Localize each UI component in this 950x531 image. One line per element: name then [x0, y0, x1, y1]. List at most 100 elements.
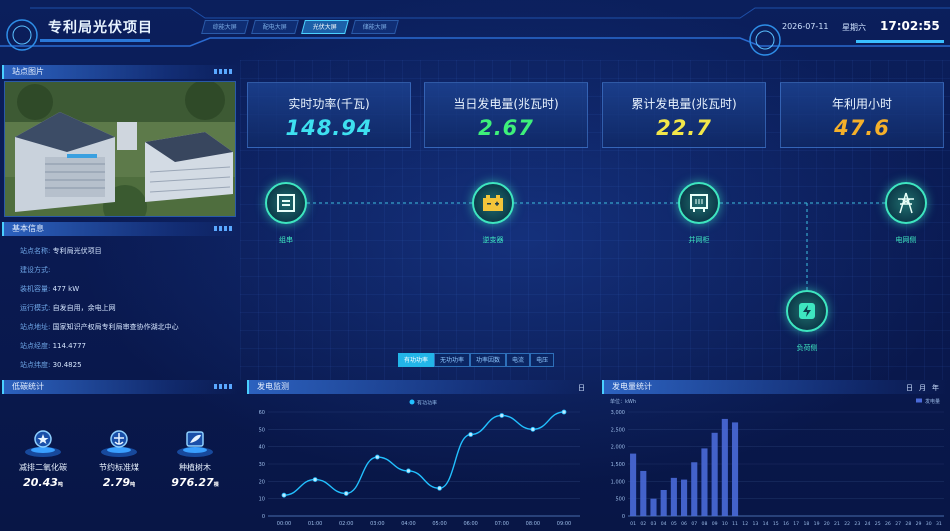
y-tick-label: 30 [259, 462, 265, 468]
x-tick-label: 07 [691, 521, 697, 527]
bar [731, 422, 739, 516]
tab-active-power[interactable]: 有功功率 [398, 353, 435, 367]
carbon-panel-title: 低碳统计 [2, 380, 238, 394]
legend-label: 发电量 [925, 398, 940, 405]
x-tick-label: 10 [722, 521, 728, 527]
x-tick-label: 03:00 [370, 521, 384, 527]
generation-chart-title: 发电量统计 [602, 380, 948, 394]
bar [630, 453, 637, 516]
x-tick-label: 23 [854, 521, 860, 527]
bar [650, 498, 657, 516]
x-tick-label: 18 [803, 521, 809, 527]
legend-label: 有功功率 [417, 400, 437, 407]
x-tick-label: 09:00 [557, 521, 571, 527]
legend-marker [916, 398, 922, 403]
cabinet-icon[interactable] [678, 182, 720, 224]
data-point [561, 409, 567, 415]
inverter-battery-icon[interactable] [472, 182, 514, 224]
y-tick-label: 0 [622, 514, 625, 520]
x-tick-label: 04 [661, 521, 667, 527]
coal-badge-icon [99, 428, 139, 458]
series-line [283, 411, 565, 496]
bar [640, 470, 647, 516]
node-label-grid: 电网侧 [895, 236, 917, 244]
y-tick-label: 1,000 [611, 479, 625, 485]
line-chart: 有功功率 0 10 20 30 40 50 60 00:00 01:00 02:00 03:00 04:… [259, 399, 580, 527]
data-point [312, 477, 318, 482]
node-label-string: 组串 [279, 236, 293, 244]
tab-voltage[interactable]: 电压 [530, 353, 555, 367]
x-tick-label: 05:00 [432, 521, 446, 527]
x-tick-label: 11 [732, 521, 738, 527]
data-point [499, 413, 505, 418]
x-tick-label: 03 [651, 521, 657, 527]
x-tick-label: 29 [916, 521, 922, 527]
x-tick-label: 30 [926, 521, 932, 527]
carbon-item-trees: 种植树木 976.27棵 [160, 428, 230, 489]
range-month-button[interactable]: 月 [919, 383, 926, 393]
x-tick-label: 20 [824, 521, 830, 527]
x-tick-label: 24 [865, 521, 871, 527]
x-tick-label: 28 [905, 521, 911, 527]
bar [711, 432, 718, 516]
data-point [406, 468, 411, 474]
x-tick-label: 01:00 [308, 521, 322, 527]
data-point [468, 432, 474, 437]
x-tick-label: 31 [936, 521, 942, 527]
unit-label: 单位：kWh [610, 398, 636, 405]
x-tick-label: 01 [630, 521, 636, 527]
x-tick-label: 05 [671, 521, 677, 527]
x-tick-label: 26 [885, 521, 891, 527]
data-point [281, 492, 287, 498]
monitor-range-select: 日 [578, 383, 585, 393]
node-label-cabinet: 并网柜 [688, 236, 710, 244]
string-panel-icon[interactable] [265, 182, 307, 224]
x-tick-label: 04:00 [401, 521, 415, 527]
y-tick-label: 10 [259, 497, 265, 503]
y-tick-label: 40 [259, 445, 265, 451]
power-tower-icon[interactable] [885, 182, 927, 224]
range-day-button[interactable]: 日 [906, 383, 913, 393]
x-tick-label: 25 [875, 521, 881, 527]
x-tick-label: 09 [712, 521, 718, 527]
y-tick-label: 500 [615, 497, 625, 503]
x-tick-label: 27 [895, 521, 901, 527]
x-tick-label: 02 [640, 521, 646, 527]
bar [670, 477, 677, 516]
legend-marker [409, 399, 415, 405]
data-point [343, 491, 349, 496]
x-tick-label: 15 [773, 521, 779, 527]
tab-reactive-power[interactable]: 无功功率 [434, 353, 471, 367]
co2-badge-icon [23, 428, 63, 458]
node-label-load: 负荷侧 [796, 344, 818, 352]
x-tick-label: 19 [814, 521, 820, 527]
range-year-button[interactable]: 年 [932, 383, 939, 393]
monitor-metric-tabs: 有功功率 无功功率 功率因数 电流 电压 [398, 353, 555, 367]
node-label-inverter: 逆变器 [482, 236, 504, 244]
monitor-chart-title: 发电监测 [247, 380, 591, 394]
y-tick-label: 20 [259, 479, 265, 485]
x-tick-label: 13 [752, 521, 758, 527]
range-day-button[interactable]: 日 [578, 383, 585, 393]
y-tick-label: 2,500 [611, 427, 625, 433]
tab-power-factor[interactable]: 功率因数 [470, 353, 507, 367]
x-tick-label: 07:00 [495, 521, 509, 527]
bar [701, 448, 708, 516]
x-tick-label: 02:00 [339, 521, 353, 527]
y-tick-label: 1,500 [611, 462, 625, 468]
x-tick-label: 06:00 [463, 521, 477, 527]
x-tick-label: 21 [834, 521, 840, 527]
tab-current[interactable]: 电流 [506, 353, 531, 367]
data-point [437, 485, 442, 491]
bar [660, 490, 667, 516]
bar [681, 479, 688, 516]
bar [721, 418, 728, 516]
load-bolt-icon[interactable] [786, 290, 828, 332]
data-point [374, 454, 380, 460]
carbon-item-co2: 减排二氧化碳 20.43吨 [8, 428, 78, 489]
bar [691, 462, 698, 516]
x-tick-label: 22 [844, 521, 850, 527]
tree-badge-icon [175, 428, 215, 458]
data-point [530, 426, 536, 432]
bar-chart: 单位：kWh 发电量 0 500 1,000 1,500 2,000 2,500 3,000 01… [610, 398, 944, 527]
